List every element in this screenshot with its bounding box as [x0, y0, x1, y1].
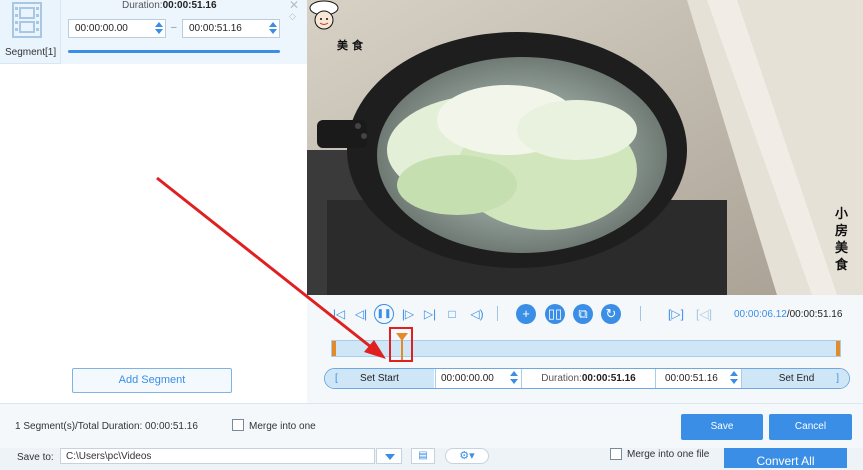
- duration-display: Duration:00:00:51.16: [521, 369, 655, 388]
- set-end-marker-icon[interactable]: [◁]: [694, 304, 714, 324]
- set-range-bar: [ Set Start 00:00:00.00 Duration:00:00:5…: [324, 368, 850, 389]
- set-end-label: Set End: [778, 373, 815, 384]
- merge-file-checkbox[interactable]: [610, 448, 622, 460]
- segment-duration-label: Duration:: [122, 0, 163, 11]
- segment-end-field[interactable]: 00:00:51.16: [182, 19, 280, 38]
- set-start-marker-icon[interactable]: [▷]: [666, 304, 686, 324]
- go-end-icon[interactable]: ▷|: [420, 304, 440, 324]
- save-button[interactable]: Save: [681, 414, 763, 440]
- main-output-bar: Save to: C:\Users\pc\Videos ▤ ⚙▾ Merge i…: [0, 448, 863, 470]
- segment-duration: Duration:00:00:51.16: [122, 0, 217, 11]
- end-time-stepper[interactable]: [730, 370, 738, 387]
- gear-icon[interactable]: ⚙▾: [445, 448, 489, 464]
- range-separator: –: [171, 22, 177, 33]
- volume-icon[interactable]: ◁): [467, 304, 487, 324]
- segment-label: Segment[1]: [5, 47, 57, 58]
- add-segment-button[interactable]: Add Segment: [72, 368, 232, 393]
- copy-segment-icon[interactable]: ▯▯: [545, 304, 565, 324]
- end-time-field[interactable]: 00:00:51.16: [655, 369, 741, 388]
- add-segment-icon[interactable]: +: [516, 304, 536, 324]
- convert-all-button[interactable]: Convert All: [724, 448, 847, 468]
- duration-label: Duration:: [541, 373, 582, 384]
- path-dropdown-icon[interactable]: [376, 448, 402, 464]
- bracket-right-icon: ]: [836, 373, 839, 384]
- merge-icon[interactable]: ⧉: [573, 304, 593, 324]
- film-icon: [12, 2, 42, 38]
- editor-controls: |◁ ◁| ❚❚ |▷ ▷| □ ◁) + ▯▯ ⧉ ↻ [▷] [◁] 00:…: [307, 295, 863, 403]
- current-time: 00:00:06.12: [734, 309, 787, 320]
- segment-summary: 1 Segment(s)/Total Duration: 00:00:51.16: [15, 421, 198, 432]
- pause-icon[interactable]: ❚❚: [374, 304, 394, 324]
- next-frame-icon[interactable]: |▷: [398, 304, 418, 324]
- prev-frame-icon[interactable]: ◁|: [351, 304, 371, 324]
- chef-logo-icon: [309, 0, 339, 30]
- segment-start-value: 00:00:00.00: [75, 23, 128, 34]
- annotation-highlight-box: [389, 327, 413, 362]
- watermark-side: 小房美食: [835, 206, 849, 272]
- save-to-label: Save to:: [17, 452, 54, 463]
- merge-label[interactable]: Merge into one: [249, 421, 316, 432]
- range-start-handle[interactable]: [332, 341, 336, 356]
- start-time-stepper[interactable]: [510, 370, 518, 387]
- video-preview: 美食 小房美食: [307, 0, 863, 295]
- start-time-field[interactable]: 00:00:00.00: [435, 369, 521, 388]
- end-time-value: 00:00:51.16: [665, 373, 718, 384]
- bracket-left-icon: [: [335, 373, 338, 384]
- stop-icon[interactable]: □: [442, 304, 462, 324]
- start-time-value: 00:00:00.00: [441, 373, 494, 384]
- segment-duration-value: 00:00:51.16: [162, 0, 217, 11]
- convert-all-label: Convert All: [756, 454, 815, 468]
- segment-panel: Segment[1] Duration:00:00:51.16 00:00:00…: [0, 0, 307, 403]
- move-icon[interactable]: ◇: [289, 12, 296, 21]
- go-start-icon[interactable]: |◁: [329, 304, 349, 324]
- set-start-label: Set Start: [360, 373, 399, 384]
- dialog-footer: 1 Segment(s)/Total Duration: 00:00:51.16…: [0, 403, 863, 448]
- segment-item[interactable]: Segment[1] Duration:00:00:51.16 00:00:00…: [0, 0, 307, 64]
- range-end-handle[interactable]: [836, 341, 840, 356]
- segment-end-value: 00:00:51.16: [189, 23, 242, 34]
- watermark-top: 美食: [337, 40, 367, 52]
- time-readout: 00:00:06.12/00:00:51.16: [734, 309, 842, 320]
- segment-end-stepper[interactable]: [269, 21, 277, 36]
- cancel-button[interactable]: Cancel: [769, 414, 852, 440]
- total-time: /00:00:51.16: [786, 309, 843, 320]
- set-start-button[interactable]: [ Set Start: [325, 369, 434, 388]
- reset-icon[interactable]: ↻: [601, 304, 621, 324]
- folder-icon[interactable]: ▤: [411, 448, 435, 464]
- merge-file-label[interactable]: Merge into one file: [627, 449, 709, 460]
- segment-range-bar: [68, 50, 280, 53]
- segment-start-stepper[interactable]: [155, 21, 163, 36]
- toolbar-divider: [497, 306, 498, 321]
- output-path-field[interactable]: C:\Users\pc\Videos: [60, 448, 375, 464]
- video-frame: [307, 0, 863, 295]
- segment-start-field[interactable]: 00:00:00.00: [68, 19, 166, 38]
- duration-value: 00:00:51.16: [581, 373, 636, 384]
- set-end-button[interactable]: Set End ]: [741, 369, 849, 388]
- toolbar-divider: [640, 306, 641, 321]
- merge-checkbox[interactable]: [232, 419, 244, 431]
